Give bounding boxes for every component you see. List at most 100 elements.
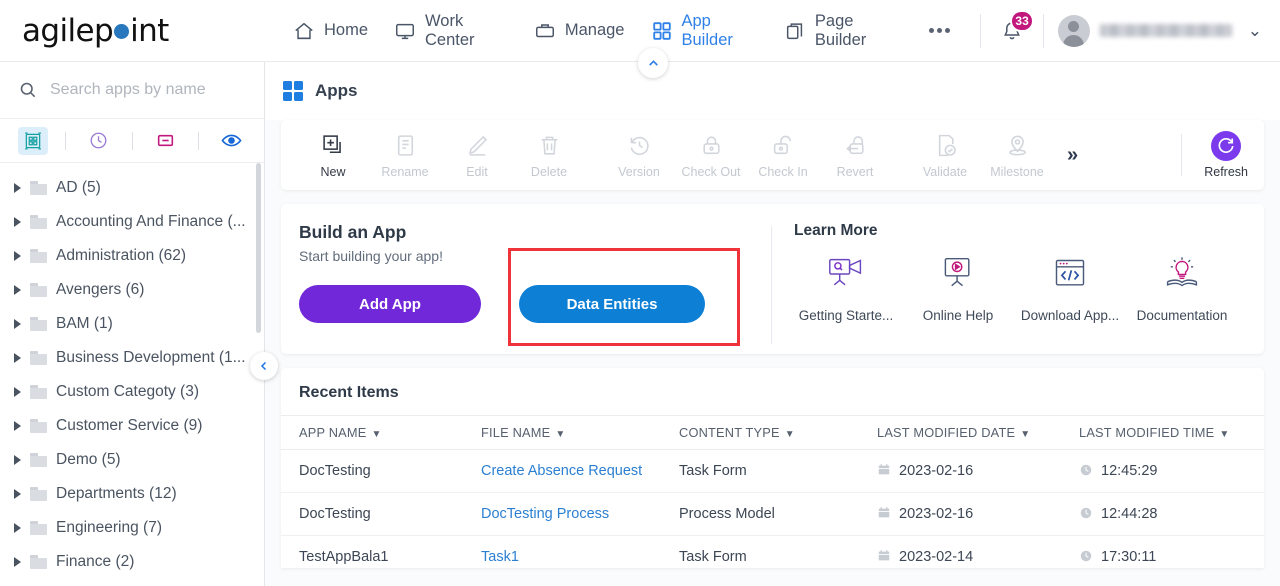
chevron-right-icon[interactable] [14,319,21,329]
tree-item[interactable]: Finance (2) [0,545,264,579]
learn-item-label: Getting Starte... [798,308,894,323]
show-hidden-eye-icon-button[interactable] [199,119,264,162]
recent-clock-icon-button[interactable] [66,119,131,162]
chevron-right-icon[interactable] [14,421,21,431]
chevron-right-icon[interactable] [14,217,21,227]
column-header-last-modified-date[interactable]: LAST MODIFIED DATE ▼ [877,415,1079,450]
learn-item-documentation[interactable]: Documentation [1130,256,1234,323]
column-header-file-name[interactable]: FILE NAME ▼ [481,415,679,450]
date-value: 2023-02-16 [899,463,974,479]
build-an-app-card: Build an App Start building your app! Ad… [281,204,1264,354]
chevron-right-icon[interactable] [14,251,21,261]
chevron-right-icon[interactable] [14,455,21,465]
nav-item-page-builder[interactable]: Page Builder [771,0,913,62]
refresh-button[interactable]: Refresh [1204,131,1248,179]
toolbar-revert-button[interactable]: Revert [819,125,891,185]
new-app-icon [321,132,346,160]
cell-date: 2023-02-16 [877,492,1079,536]
tree-item[interactable]: Engineering (7) [0,511,264,545]
toolbar-validate-button[interactable]: Validate [909,125,981,185]
toolbar-new-button[interactable]: New [297,125,369,185]
learn-item-online-help[interactable]: Online Help [906,256,1010,323]
sidebar-scrollbar[interactable] [256,163,261,333]
toolbar-edit-button[interactable]: Edit [441,125,513,185]
tree-item[interactable]: Avengers (6) [0,273,264,307]
toolbar-version-button[interactable]: Version [603,125,675,185]
collapse-sidebar-button[interactable] [250,352,278,380]
toolbar-overflow-button[interactable]: » [1053,144,1089,167]
folder-icon [30,249,47,263]
tree-item[interactable]: Accounting And Finance (... [0,205,264,239]
toolbar-label: Revert [836,164,874,179]
learn-item-download-apps[interactable]: Download App... [1018,256,1122,323]
tree-item-label: Customer Service (9) [56,417,203,434]
chevron-right-icon[interactable] [14,353,21,363]
nav-label-app-builder: App Builder [681,11,733,49]
nav-item-manage[interactable]: Manage [521,0,638,62]
toolbar-delete-button[interactable]: Delete [513,125,585,185]
lock-closed-icon [699,132,724,160]
tree-item[interactable]: BAM (1) [0,307,264,341]
toolbar-label: Edit [466,164,488,179]
file-link[interactable]: Create Absence Request [481,463,642,479]
folder-icon [30,317,47,331]
chevron-right-icon[interactable] [14,557,21,567]
collapse-header-button[interactable] [638,48,668,78]
nav-item-home[interactable]: Home [280,0,381,62]
divider [979,13,981,48]
user-menu[interactable]: ⌄ [1057,14,1262,47]
chevron-right-icon[interactable] [14,523,21,533]
folder-icon [30,419,47,433]
table-row[interactable]: DocTesting Create Absence Request Task F… [281,449,1264,493]
toolbar-check-in-button[interactable]: Check In [747,125,819,185]
tree-item-label: Demo (5) [56,451,121,468]
tree-item[interactable]: Administration (62) [0,239,264,273]
sort-descending-icon: ▼ [1219,429,1230,440]
cell-time: 12:45:29 [1079,449,1264,493]
lock-open-icon [771,132,796,160]
chevron-right-icon[interactable] [14,285,21,295]
column-header-last-modified-time[interactable]: LAST MODIFIED TIME ▼ [1079,415,1264,450]
chevron-right-icon[interactable] [14,183,21,193]
search-input[interactable] [50,81,250,99]
folder-icon [30,521,47,535]
chevron-right-icon[interactable] [14,387,21,397]
cell-file-name[interactable]: Task1 [481,535,679,568]
tree-item[interactable]: Demo (5) [0,443,264,477]
cell-file-name[interactable]: DocTesting Process [481,492,679,536]
rename-icon [393,132,418,160]
tree-item[interactable]: AD (5) [0,171,264,205]
collapse-all-icon-button[interactable] [133,119,198,162]
avatar [1057,14,1090,47]
table-row[interactable]: DocTesting DocTesting Process Process Mo… [281,492,1264,536]
sidebar-view-toolbar [0,119,264,163]
learn-item-getting-started[interactable]: Getting Starte... [794,256,898,323]
folder-icon [30,453,47,467]
toolbar-check-out-button[interactable]: Check Out [675,125,747,185]
data-entities-button[interactable]: Data Entities [519,285,705,323]
apps-view-icon-button[interactable] [0,119,65,162]
folder-icon [30,283,47,297]
tree-item[interactable]: Custom Categoty (3) [0,375,264,409]
table-header-row: APP NAME ▼ FILE NAME ▼ CONTENT TYPE ▼ LAST … [281,415,1264,450]
column-header-content-type[interactable]: CONTENT TYPE ▼ [679,415,877,450]
nav-item-work-center[interactable]: Work Center [381,0,521,62]
chevron-right-icon[interactable] [14,489,21,499]
brand-logo[interactable]: agilep int [0,13,280,49]
tree-item[interactable]: Customer Service (9) [0,409,264,443]
column-header-app-name[interactable]: APP NAME ▼ [281,415,481,450]
file-link[interactable]: Task1 [481,549,519,565]
toolbar-milestone-button[interactable]: Milestone [981,125,1053,185]
notifications-button[interactable]: 33 [995,9,1034,48]
pencil-icon [465,132,490,160]
file-link[interactable]: DocTesting Process [481,506,609,522]
cell-file-name[interactable]: Create Absence Request [481,449,679,493]
table-row[interactable]: TestAppBala1 Task1 Task Form 2023-02-14 … [281,535,1264,568]
nav-more-menu-button[interactable] [913,28,966,33]
tree-item[interactable]: Business Development (1... [0,341,264,375]
add-app-button[interactable]: Add App [299,285,481,323]
cell-content-type: Process Model [679,492,877,536]
tree-item[interactable]: Departments (12) [0,477,264,511]
toolbar-rename-button[interactable]: Rename [369,125,441,185]
toolbar-label: Rename [381,164,429,179]
